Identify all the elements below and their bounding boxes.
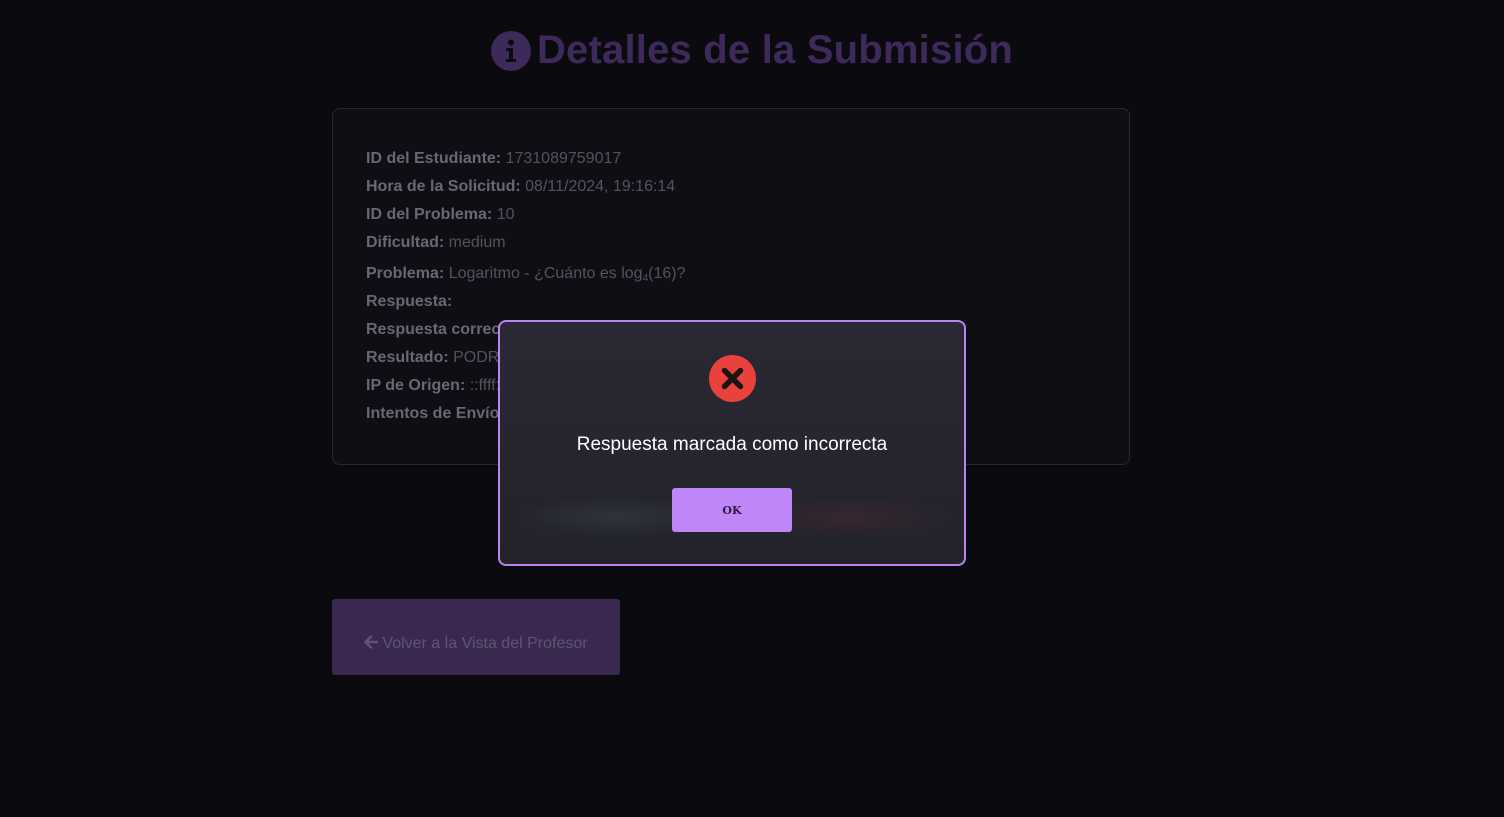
back-to-teacher-view-button[interactable]: Volver a la Vista del Profesor (332, 599, 620, 675)
detail-request-time: Hora de la Solicitud: 08/11/2024, 19:16:… (366, 178, 675, 196)
back-button-label: Volver a la Vista del Profesor (382, 635, 588, 652)
detail-problem-id: ID del Problema: 10 (366, 206, 515, 224)
detail-label: Intentos de Envío (366, 405, 500, 422)
detail-origin-ip: IP de Origen: ::ffff: (366, 377, 500, 395)
detail-value: 10 (496, 206, 515, 223)
arrow-left-icon (364, 635, 379, 654)
detail-student-id: ID del Estudiante: 1731089759017 (366, 150, 621, 168)
ok-button[interactable]: OK (672, 488, 792, 532)
detail-difficulty: Dificultad: medium (366, 234, 506, 252)
detail-value: 08/11/2024, 19:16:14 (525, 178, 676, 195)
detail-label: Resultado: (366, 349, 449, 366)
detail-problem: Problema: Logaritmo - ¿Cuánto es log4(16… (366, 265, 686, 284)
detail-label: Hora de la Solicitud: (366, 178, 521, 195)
detail-value-suffix: (16)? (648, 265, 686, 282)
error-x-icon (709, 355, 756, 402)
result-modal: Respuesta marcada como incorrecta OK (498, 320, 966, 566)
detail-result: Resultado: PODR (366, 349, 499, 367)
page: Detalles de la Submisión ID del Estudian… (0, 0, 1504, 817)
detail-answer: Respuesta: (366, 293, 452, 311)
detail-label: ID del Problema: (366, 206, 493, 223)
info-circle-icon (490, 30, 531, 71)
detail-correct-answer: Respuesta correc (366, 321, 500, 339)
detail-value: PODR (453, 349, 500, 366)
detail-value: medium (448, 234, 506, 251)
detail-label: Respuesta correc (366, 321, 501, 338)
detail-label: IP de Origen: (366, 377, 466, 394)
detail-attempts: Intentos de Envío (366, 405, 499, 423)
detail-label: Problema: (366, 265, 445, 282)
modal-message: Respuesta marcada como incorrecta (576, 434, 888, 455)
detail-value: 1731089759017 (505, 150, 622, 167)
page-header: Detalles de la Submisión (0, 28, 1504, 73)
detail-label: Respuesta: (366, 293, 453, 310)
detail-value: ::ffff: (469, 377, 500, 394)
detail-label: ID del Estudiante: (366, 150, 502, 167)
detail-value: Logaritmo - ¿Cuánto es log (448, 265, 643, 282)
detail-label: Dificultad: (366, 234, 445, 251)
page-title: Detalles de la Submisión (536, 28, 1014, 72)
